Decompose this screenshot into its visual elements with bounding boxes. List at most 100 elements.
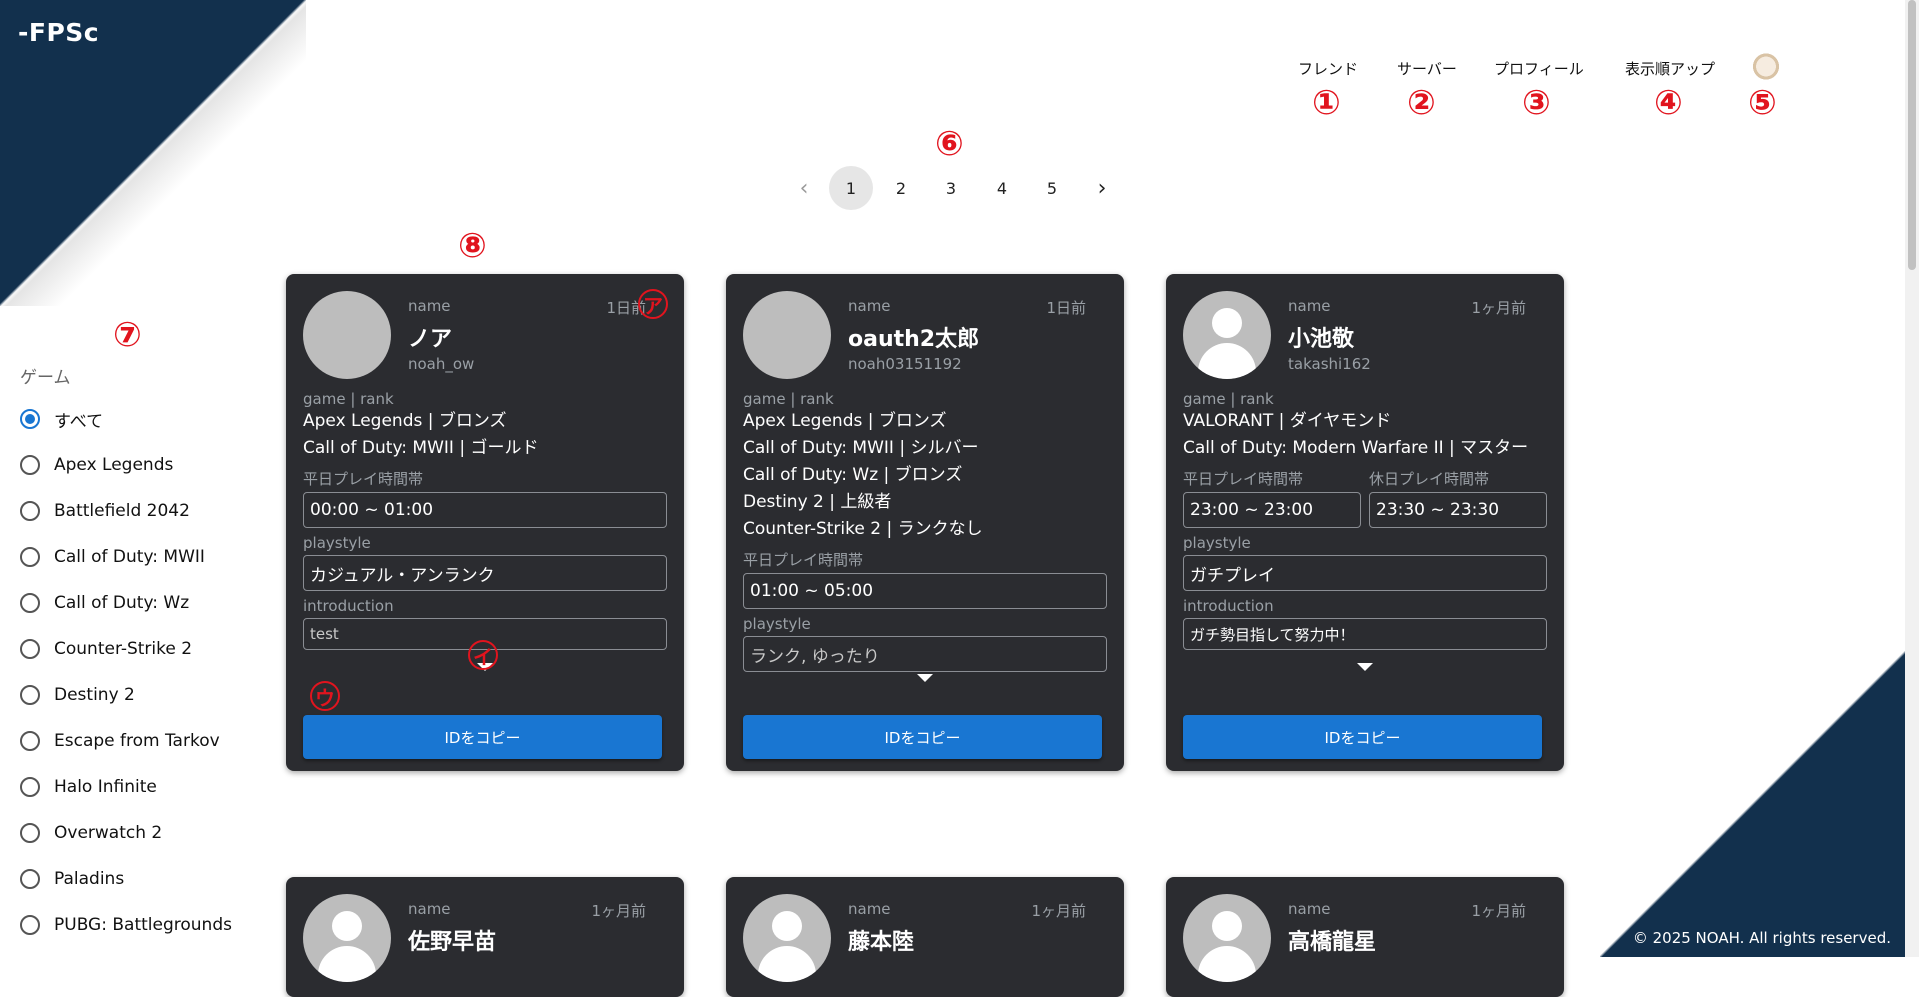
game-option-all[interactable]: すべて <box>20 396 250 442</box>
page-scrollbar[interactable] <box>1905 0 1919 957</box>
annotation-marker-2: ② <box>1407 83 1436 123</box>
playstyle-label: playstyle <box>1183 534 1251 552</box>
game-option[interactable]: Paladins <box>20 856 250 902</box>
last-active-time: 1日前 <box>1046 299 1086 317</box>
game-rank-entry: Call of Duty: MWII | シルバー <box>743 438 979 458</box>
user-name: ノア <box>408 327 453 352</box>
annotation-marker-a: ア <box>638 289 668 319</box>
annotation-marker-4: ④ <box>1654 83 1683 123</box>
game-rank-entry: Call of Duty: Modern Warfare II | マスター <box>1183 438 1529 458</box>
annotation-marker-6: ⑥ <box>935 124 964 164</box>
profile-card: name 1ヶ月前 藤本陸 <box>726 877 1124 997</box>
next-page-chevron-icon[interactable]: › <box>1080 166 1124 210</box>
introduction-field: ガチ勢目指して努力中！ <box>1183 618 1547 650</box>
user-avatar[interactable] <box>303 291 391 379</box>
last-active-time: 1ヶ月前 <box>1471 902 1526 920</box>
name-label: name <box>848 297 891 315</box>
weekday-time-label: 平日プレイ時間帯 <box>1183 470 1304 488</box>
game-rank-entry: Apex Legends | ブロンズ <box>743 411 947 431</box>
weekday-time-field: 23:00 ~ 23:00 <box>1183 492 1361 528</box>
game-rank-label: game | rank <box>303 390 394 408</box>
annotation-marker-i: イ <box>468 640 498 670</box>
playstyle-field: ランク, ゆったり <box>743 636 1107 672</box>
copy-id-button[interactable]: IDをコピー <box>743 715 1102 759</box>
name-label: name <box>848 900 891 918</box>
annotation-marker-1: ① <box>1312 83 1341 123</box>
game-option[interactable]: Call of Duty: MWII <box>20 534 250 580</box>
playstyle-label: playstyle <box>303 534 371 552</box>
user-avatar[interactable] <box>743 291 831 379</box>
user-id: takashi162 <box>1288 355 1371 373</box>
game-option[interactable]: Counter-Strike 2 <box>20 626 250 672</box>
weekday-time-label: 平日プレイ時間帯 <box>303 470 424 488</box>
radio-icon[interactable] <box>20 593 40 613</box>
game-rank-entry: Counter-Strike 2 | ランクなし <box>743 519 983 539</box>
game-option[interactable]: Battlefield 2042 <box>20 488 250 534</box>
default-avatar-icon[interactable] <box>1183 291 1271 379</box>
user-name: 藤本陸 <box>848 930 915 955</box>
radio-icon[interactable] <box>20 777 40 797</box>
corner-decoration-bottom-right <box>1600 651 1905 957</box>
introduction-label: introduction <box>303 597 394 615</box>
game-option[interactable]: Overwatch 2 <box>20 810 250 856</box>
expand-arrow-icon[interactable] <box>917 674 933 682</box>
radio-icon[interactable] <box>20 869 40 889</box>
game-rank-entry: Destiny 2 | 上級者 <box>743 492 892 512</box>
default-avatar-icon[interactable] <box>743 894 831 982</box>
page-button-2[interactable]: 2 <box>879 166 923 210</box>
radio-icon[interactable] <box>20 639 40 659</box>
game-rank-entry: Call of Duty: MWII | ゴールド <box>303 438 539 458</box>
name-label: name <box>1288 297 1331 315</box>
radio-icon[interactable] <box>20 547 40 567</box>
profile-card: name 1日前 oauth2太郎 noah03151192 game | ra… <box>726 274 1124 771</box>
game-option[interactable]: Call of Duty: Wz <box>20 580 250 626</box>
nav-servers[interactable]: サーバー <box>1397 58 1457 79</box>
copy-id-button[interactable]: IDをコピー <box>303 715 662 759</box>
annotation-marker-u: ウ <box>310 681 340 711</box>
game-filter-title: ゲーム <box>20 368 71 388</box>
holiday-time-label: 休日プレイ時間帯 <box>1369 470 1490 488</box>
name-label: name <box>408 900 451 918</box>
default-avatar-icon[interactable] <box>1183 894 1271 982</box>
last-active-time: 1ヶ月前 <box>1031 902 1086 920</box>
annotation-marker-8: ⑧ <box>458 226 487 266</box>
weekday-time-label: 平日プレイ時間帯 <box>743 551 864 569</box>
radio-icon[interactable] <box>20 455 40 475</box>
radio-icon[interactable] <box>20 823 40 843</box>
scrollbar-thumb[interactable] <box>1908 0 1916 270</box>
weekday-time-field: 00:00 ~ 01:00 <box>303 492 667 528</box>
nav-friends[interactable]: フレンド <box>1298 58 1358 79</box>
nav-profile[interactable]: プロフィール <box>1494 58 1584 79</box>
copy-id-button[interactable]: IDをコピー <box>1183 715 1542 759</box>
brand-logo[interactable]: -FPSc <box>18 18 99 47</box>
top-nav: フレンド サーバー プロフィール 表示順アップ <box>0 58 1919 78</box>
radio-checked-icon[interactable] <box>20 409 40 429</box>
game-rank-label: game | rank <box>1183 390 1274 408</box>
radio-icon[interactable] <box>20 501 40 521</box>
annotation-marker-7: ⑦ <box>113 315 142 355</box>
page-button-1[interactable]: 1 <box>829 166 873 210</box>
user-avatar-button[interactable] <box>1751 50 1781 80</box>
game-option[interactable]: Apex Legends <box>20 442 250 488</box>
page-button-4[interactable]: 4 <box>980 166 1024 210</box>
profile-card: name 1日前 ノア noah_ow game | rank Apex Leg… <box>286 274 684 771</box>
annotation-marker-3: ③ <box>1522 83 1551 123</box>
game-option[interactable]: PUBG: Battlegrounds <box>20 902 250 948</box>
name-label: name <box>408 297 451 315</box>
game-rank-entry: Apex Legends | ブロンズ <box>303 411 507 431</box>
last-active-time: 1ヶ月前 <box>591 902 646 920</box>
radio-icon[interactable] <box>20 731 40 751</box>
default-avatar-icon[interactable] <box>303 894 391 982</box>
game-rank-entry: Call of Duty: Wz | ブロンズ <box>743 465 963 485</box>
radio-icon[interactable] <box>20 685 40 705</box>
game-option[interactable]: Destiny 2 <box>20 672 250 718</box>
page-button-3[interactable]: 3 <box>929 166 973 210</box>
holiday-time-field: 23:30 ~ 23:30 <box>1369 492 1547 528</box>
radio-icon[interactable] <box>20 915 40 935</box>
nav-display-order-up[interactable]: 表示順アップ <box>1625 58 1715 79</box>
expand-arrow-icon[interactable] <box>1357 663 1373 671</box>
prev-page-chevron-icon[interactable]: ‹ <box>782 166 826 210</box>
game-option[interactable]: Halo Infinite <box>20 764 250 810</box>
game-option[interactable]: Escape from Tarkov <box>20 718 250 764</box>
page-button-5[interactable]: 5 <box>1030 166 1074 210</box>
